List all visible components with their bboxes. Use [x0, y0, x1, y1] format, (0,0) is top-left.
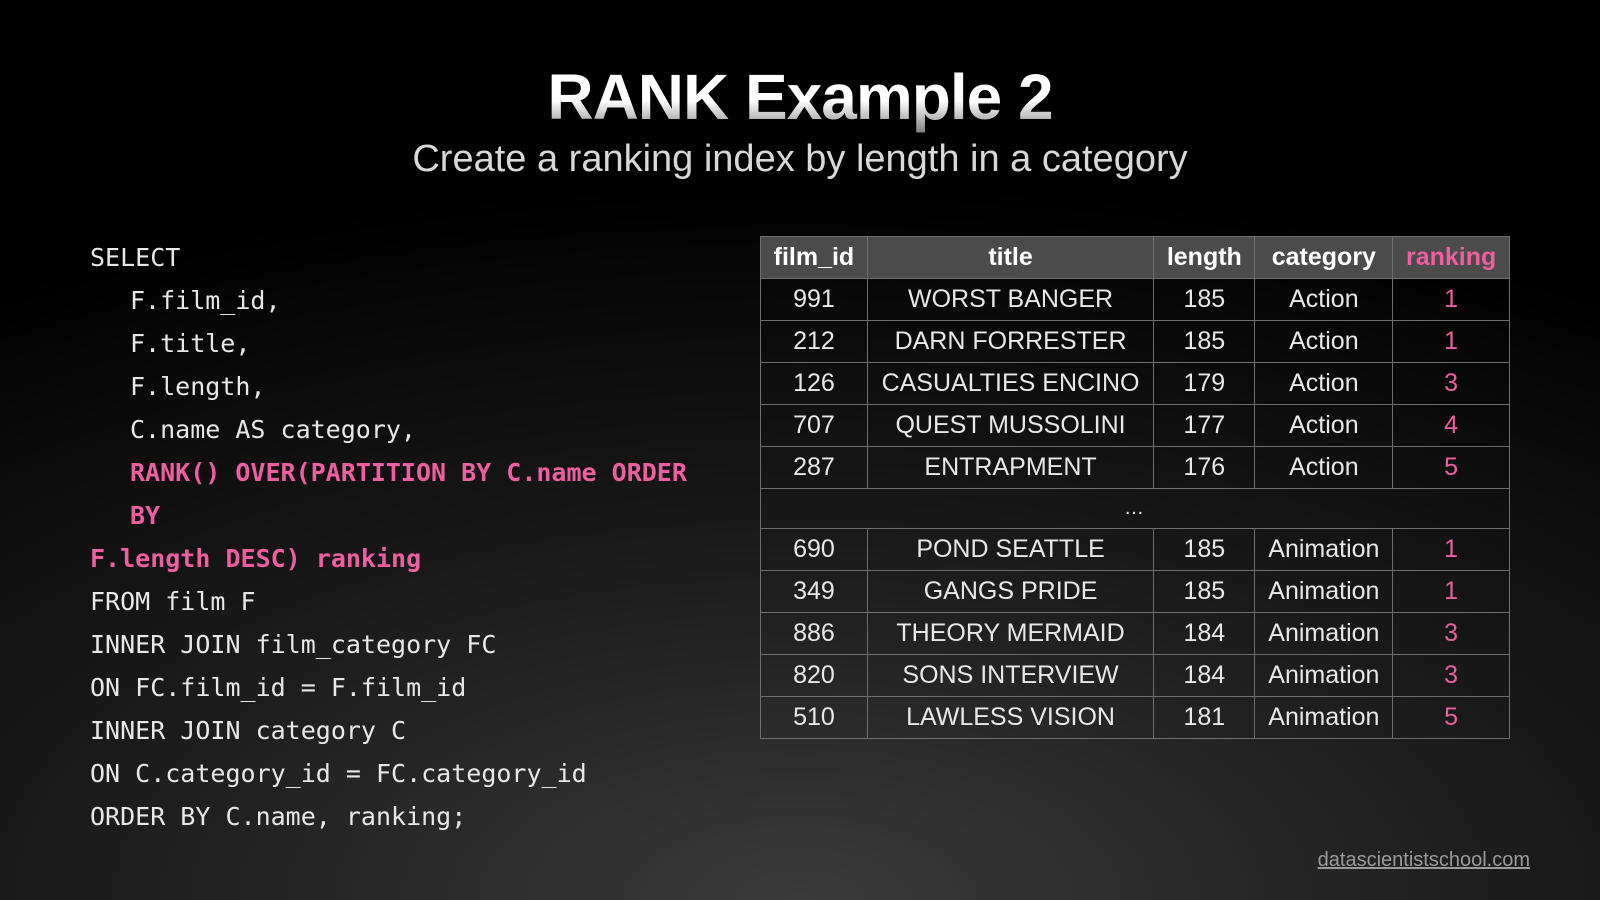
cell-ranking: 1 [1393, 529, 1510, 571]
cell-title: ENTRAPMENT [867, 447, 1153, 489]
content-row: SELECT F.film_id,F.title,F.length,C.name… [90, 236, 1510, 838]
cell-category: Action [1255, 363, 1393, 405]
cell-film_id: 212 [761, 321, 868, 363]
code-line-highlight: F.length DESC) ranking [90, 544, 421, 573]
code-line: F.title, [90, 322, 720, 365]
cell-length: 185 [1154, 529, 1255, 571]
table-body: 991WORST BANGER185Action1212DARN FORREST… [761, 279, 1510, 739]
cell-film_id: 287 [761, 447, 868, 489]
cell-title: QUEST MUSSOLINI [867, 405, 1153, 447]
code-line: ORDER BY C.name, ranking; [90, 802, 466, 831]
cell-title: THEORY MERMAID [867, 613, 1153, 655]
cell-length: 179 [1154, 363, 1255, 405]
cell-length: 176 [1154, 447, 1255, 489]
cell-film_id: 707 [761, 405, 868, 447]
code-line: SELECT [90, 243, 180, 272]
cell-ranking: 3 [1393, 613, 1510, 655]
cell-category: Animation [1255, 655, 1393, 697]
table-separator-row: … [761, 489, 1510, 529]
cell-length: 184 [1154, 655, 1255, 697]
cell-category: Animation [1255, 529, 1393, 571]
code-line: C.name AS category, [90, 408, 720, 451]
table-header: film_id title length category ranking [761, 237, 1510, 279]
col-category: category [1255, 237, 1393, 279]
cell-category: Action [1255, 405, 1393, 447]
table-column: film_id title length category ranking 99… [760, 236, 1510, 739]
cell-category: Animation [1255, 571, 1393, 613]
cell-title: DARN FORRESTER [867, 321, 1153, 363]
table-row: 126CASUALTIES ENCINO179Action3 [761, 363, 1510, 405]
cell-ranking: 1 [1393, 279, 1510, 321]
code-line: FROM film F [90, 587, 256, 616]
cell-title: LAWLESS VISION [867, 697, 1153, 739]
cell-length: 185 [1154, 279, 1255, 321]
code-line-highlight: RANK() OVER(PARTITION BY C.name ORDER BY [90, 451, 720, 537]
cell-category: Action [1255, 321, 1393, 363]
table-header-row: film_id title length category ranking [761, 237, 1510, 279]
cell-ranking: 4 [1393, 405, 1510, 447]
cell-title: GANGS PRIDE [867, 571, 1153, 613]
cell-length: 177 [1154, 405, 1255, 447]
cell-title: SONS INTERVIEW [867, 655, 1153, 697]
table-row: 287ENTRAPMENT176Action5 [761, 447, 1510, 489]
cell-length: 185 [1154, 571, 1255, 613]
cell-ranking: 5 [1393, 697, 1510, 739]
cell-length: 184 [1154, 613, 1255, 655]
table-row: 820SONS INTERVIEW184Animation3 [761, 655, 1510, 697]
cell-title: WORST BANGER [867, 279, 1153, 321]
cell-category: Animation [1255, 697, 1393, 739]
cell-film_id: 510 [761, 697, 868, 739]
table-row: 991WORST BANGER185Action1 [761, 279, 1510, 321]
cell-title: CASUALTIES ENCINO [867, 363, 1153, 405]
col-title: title [867, 237, 1153, 279]
col-length: length [1154, 237, 1255, 279]
cell-film_id: 886 [761, 613, 868, 655]
cell-title: POND SEATTLE [867, 529, 1153, 571]
col-film-id: film_id [761, 237, 868, 279]
cell-film_id: 349 [761, 571, 868, 613]
cell-film_id: 126 [761, 363, 868, 405]
cell-ranking: 5 [1393, 447, 1510, 489]
cell-ranking: 3 [1393, 655, 1510, 697]
code-line: INNER JOIN film_category FC [90, 630, 496, 659]
table-separator: … [761, 489, 1510, 529]
code-line: F.length, [90, 365, 720, 408]
slide-title: RANK Example 2 [90, 60, 1510, 134]
sql-code: SELECT F.film_id,F.title,F.length,C.name… [90, 236, 720, 838]
cell-category: Action [1255, 279, 1393, 321]
cell-category: Animation [1255, 613, 1393, 655]
slide: RANK Example 2 Create a ranking index by… [0, 0, 1600, 900]
slide-subtitle: Create a ranking index by length in a ca… [90, 138, 1510, 181]
cell-length: 185 [1154, 321, 1255, 363]
cell-ranking: 1 [1393, 571, 1510, 613]
cell-ranking: 1 [1393, 321, 1510, 363]
cell-film_id: 991 [761, 279, 868, 321]
cell-category: Action [1255, 447, 1393, 489]
table-row: 510LAWLESS VISION181Animation5 [761, 697, 1510, 739]
col-ranking: ranking [1393, 237, 1510, 279]
cell-film_id: 690 [761, 529, 868, 571]
cell-ranking: 3 [1393, 363, 1510, 405]
code-line: INNER JOIN category C [90, 716, 406, 745]
cell-film_id: 820 [761, 655, 868, 697]
cell-length: 181 [1154, 697, 1255, 739]
result-table: film_id title length category ranking 99… [760, 236, 1510, 739]
table-row: 349GANGS PRIDE185Animation1 [761, 571, 1510, 613]
table-row: 707QUEST MUSSOLINI177Action4 [761, 405, 1510, 447]
table-row: 690POND SEATTLE185Animation1 [761, 529, 1510, 571]
code-line: ON FC.film_id = F.film_id [90, 673, 466, 702]
table-row: 886THEORY MERMAID184Animation3 [761, 613, 1510, 655]
code-line: F.film_id, [90, 279, 720, 322]
footer-link[interactable]: datascientistschool.com [1318, 849, 1530, 872]
code-column: SELECT F.film_id,F.title,F.length,C.name… [90, 236, 720, 838]
code-line: ON C.category_id = FC.category_id [90, 759, 587, 788]
table-row: 212DARN FORRESTER185Action1 [761, 321, 1510, 363]
